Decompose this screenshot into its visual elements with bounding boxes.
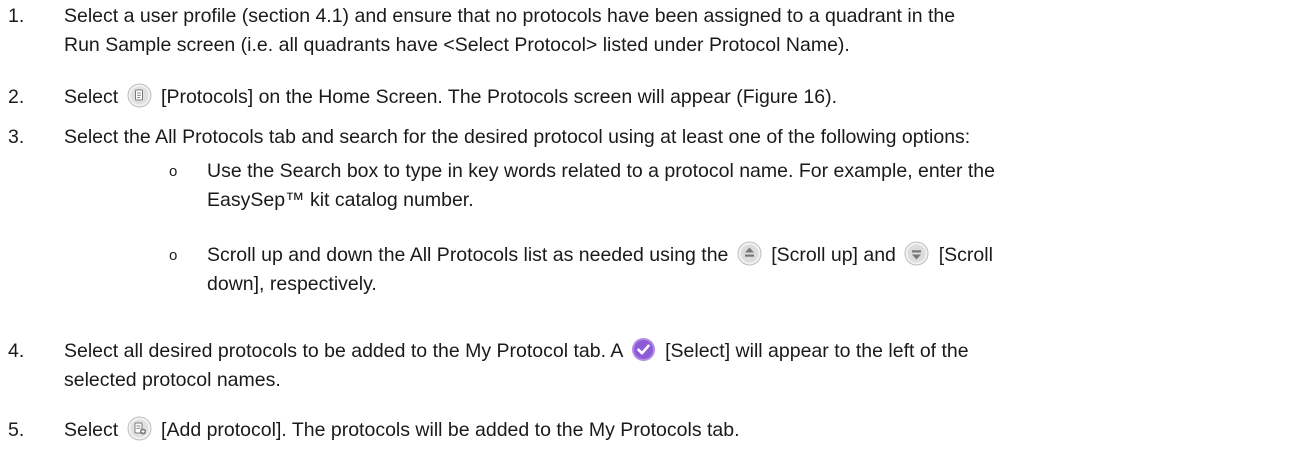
step-text-before: Select all desired protocols to be added… bbox=[64, 340, 623, 362]
scroll-down-icon bbox=[904, 241, 929, 266]
step-text-before: Select bbox=[64, 86, 119, 108]
bullet-marker: o bbox=[169, 163, 178, 180]
sub-option-before: Scroll up and down the All Protocols lis… bbox=[207, 244, 729, 266]
sub-option-after: [Scroll bbox=[938, 244, 993, 266]
step-text: Select all desired protocols to be added… bbox=[64, 337, 1301, 395]
step-number: 2. bbox=[8, 86, 25, 108]
step-text-after: [Select] will appear to the left of the bbox=[665, 340, 969, 362]
step-number: 4. bbox=[8, 340, 25, 362]
step-text-line: Select a user profile (section 4.1) and … bbox=[64, 5, 956, 27]
step-text: Select the All Protocols tab and search … bbox=[64, 126, 971, 148]
protocols-icon bbox=[127, 83, 152, 108]
step-text-line: Select all desired protocols to be added… bbox=[64, 337, 1301, 366]
step-text-line: Run Sample screen (i.e. all quadrants ha… bbox=[64, 34, 850, 56]
step-text: Select a user profile (section 4.1) and … bbox=[64, 2, 1301, 60]
bullet-marker: o bbox=[169, 247, 178, 264]
step-number: 5. bbox=[8, 419, 25, 441]
scroll-up-icon bbox=[737, 241, 762, 266]
step-number: 1. bbox=[8, 5, 25, 27]
sub-option-line: Use the Search box to type in key words … bbox=[207, 160, 995, 182]
sub-option-middle: [Scroll up] and bbox=[771, 244, 896, 266]
add-protocol-icon bbox=[127, 416, 152, 441]
step-text: Select [Add protocol]. The protocols wil… bbox=[64, 416, 1301, 445]
sub-option-line: down], respectively. bbox=[207, 273, 377, 295]
step-text-after: [Protocols] on the Home Screen. The Prot… bbox=[161, 86, 838, 108]
step-text-line: selected protocol names. bbox=[64, 369, 281, 391]
select-checkmark-icon bbox=[631, 337, 656, 362]
sub-option-text: Scroll up and down the All Protocols lis… bbox=[207, 241, 1297, 299]
sub-option-line: Scroll up and down the All Protocols lis… bbox=[207, 241, 1297, 270]
step-text: Select [Protocols] on the Home Screen. T… bbox=[64, 83, 1301, 112]
step-text-before: Select bbox=[64, 419, 119, 441]
sub-option-text: Use the Search box to type in key words … bbox=[207, 157, 1297, 215]
step-number: 3. bbox=[8, 126, 25, 148]
step-text-after: [Add protocol]. The protocols will be ad… bbox=[161, 419, 740, 441]
sub-option-line: EasySep™ kit catalog number. bbox=[207, 189, 474, 211]
